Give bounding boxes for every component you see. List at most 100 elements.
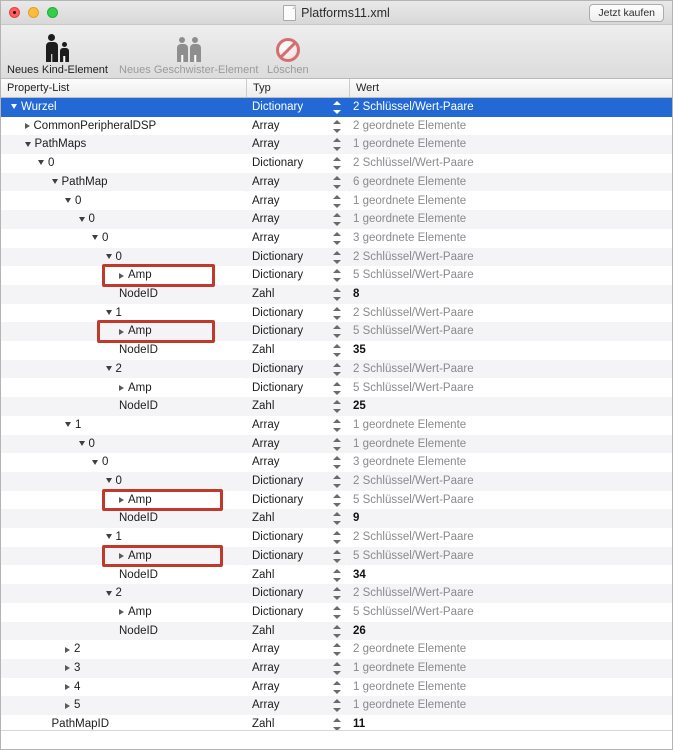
table-row[interactable]: 2 Dictionary 2 Schlüssel/Wert-Paare [1,584,672,603]
row-name-cell[interactable]: NodeID [119,285,158,304]
chevron-down-icon[interactable] [24,141,31,147]
row-type-cell[interactable]: Array [252,640,279,659]
row-type-cell[interactable]: Dictionary [252,547,303,566]
delete-button[interactable]: Löschen [267,28,309,76]
table-row[interactable]: Wurzel Dictionary 2 Schlüssel/Wert-Paare [1,98,672,117]
row-value-cell[interactable]: 1 geordnete Elemente [353,696,466,715]
row-type-cell[interactable]: Array [252,192,279,211]
row-name-cell[interactable]: Amp [119,491,152,510]
row-type-cell[interactable]: Dictionary [252,98,303,117]
chevron-down-icon[interactable] [65,197,71,203]
row-value-cell[interactable]: 1 geordnete Elemente [353,416,466,435]
row-value-cell[interactable]: 6 geordnete Elemente [353,173,466,192]
table-row[interactable]: 5 Array 1 geordnete Elemente [1,696,672,716]
row-value-cell[interactable]: 26 [353,622,366,641]
row-type-cell[interactable]: Zahl [252,285,274,304]
row-value-cell[interactable]: 5 Schlüssel/Wert-Paare [353,491,474,510]
type-stepper[interactable] [332,662,341,675]
row-type-cell[interactable]: Array [252,659,279,678]
row-name-cell[interactable]: Amp [119,603,152,622]
row-value-cell[interactable]: 25 [353,397,366,416]
table-row[interactable]: 0 Array 1 geordnete Elemente [1,191,672,211]
chevron-right-icon[interactable] [24,123,30,130]
row-type-cell[interactable]: Array [252,229,279,248]
chevron-right-icon[interactable] [119,272,124,279]
chevron-right-icon[interactable] [119,609,124,616]
row-name-cell[interactable]: Amp [119,547,152,566]
row-name-cell[interactable]: 1 [105,304,122,323]
type-stepper[interactable] [332,362,341,376]
row-type-cell[interactable]: Zahl [252,341,274,360]
chevron-down-icon[interactable] [105,590,112,596]
table-row[interactable]: PathMap Array 6 geordnete Elemente [1,172,672,192]
row-name-cell[interactable]: NodeID [119,566,158,585]
type-stepper[interactable] [332,306,341,320]
chevron-down-icon[interactable] [105,478,112,484]
row-value-cell[interactable]: 2 Schlüssel/Wert-Paare [353,248,474,267]
row-type-cell[interactable]: Dictionary [252,528,303,547]
row-value-cell[interactable]: 3 geordnete Elemente [353,229,466,248]
row-type-cell[interactable]: Dictionary [252,584,303,603]
chevron-right-icon[interactable] [119,553,124,560]
row-value-cell[interactable]: 5 Schlüssel/Wert-Paare [353,547,474,566]
type-stepper[interactable] [332,568,341,582]
row-name-cell[interactable]: 3 [65,659,80,678]
table-row[interactable]: 2 Dictionary 2 Schlüssel/Wert-Paare [1,359,672,379]
table-row[interactable]: 1 Dictionary 2 Schlüssel/Wert-Paare [1,303,672,323]
type-stepper[interactable] [332,699,341,713]
table-row[interactable]: 0 Dictionary 2 Schlüssel/Wert-Paare [1,154,672,173]
type-stepper[interactable] [332,475,341,488]
table-row[interactable]: PathMaps Array 1 geordnete Elemente [1,135,672,155]
row-name-cell[interactable]: Amp [119,379,152,398]
row-type-cell[interactable]: Array [252,173,279,192]
table-row[interactable]: 1 Array 1 geordnete Elemente [1,415,672,435]
row-type-cell[interactable]: Dictionary [252,379,303,398]
row-value-cell[interactable]: 35 [353,341,366,360]
row-type-cell[interactable]: Dictionary [252,360,303,379]
table-row[interactable]: Amp Dictionary 5 Schlüssel/Wert-Paare [1,490,672,510]
row-value-cell[interactable]: 2 Schlüssel/Wert-Paare [353,304,474,323]
row-type-cell[interactable]: Zahl [252,397,274,416]
row-value-cell[interactable]: 2 Schlüssel/Wert-Paare [353,584,474,603]
column-header-value[interactable]: Wert [350,79,672,97]
row-value-cell[interactable]: 1 geordnete Elemente [353,659,466,678]
chevron-down-icon[interactable] [105,534,112,540]
type-stepper[interactable] [332,400,341,414]
table-row[interactable]: NodeID Zahl 8 [1,285,672,304]
row-name-cell[interactable]: NodeID [119,622,158,641]
row-name-cell[interactable]: 0 [65,192,81,211]
type-stepper[interactable] [332,587,341,601]
table-row[interactable]: NodeID Zahl 9 [1,509,672,529]
row-name-cell[interactable]: CommonPeripheralDSP [24,117,156,136]
table-row[interactable]: 1 Dictionary 2 Schlüssel/Wert-Paare [1,528,672,547]
row-value-cell[interactable]: 2 Schlüssel/Wert-Paare [353,472,474,491]
row-name-cell[interactable]: 4 [65,678,80,697]
chevron-right-icon[interactable] [65,665,70,672]
type-stepper[interactable] [332,213,341,227]
row-value-cell[interactable]: 1 geordnete Elemente [353,192,466,211]
row-value-cell[interactable]: 8 [353,285,359,304]
row-name-cell[interactable]: 2 [65,640,80,659]
row-name-cell[interactable]: 0 [92,453,108,472]
table-row[interactable]: 0 Array 1 geordnete Elemente [1,434,672,454]
new-sibling-element-button[interactable]: Neues Geschwister-Element [119,28,258,76]
type-stepper[interactable] [332,250,341,264]
chevron-down-icon[interactable] [105,253,112,259]
chevron-down-icon[interactable] [105,366,112,372]
row-type-cell[interactable]: Dictionary [252,472,303,491]
table-row[interactable]: 2 Array 2 geordnete Elemente [1,640,672,659]
row-name-cell[interactable]: Amp [119,322,152,341]
row-type-cell[interactable]: Array [252,696,279,715]
table-row[interactable]: NodeID Zahl 35 [1,341,672,360]
row-value-cell[interactable]: 5 Schlüssel/Wert-Paare [353,322,474,341]
type-stepper[interactable] [332,381,341,395]
chevron-right-icon[interactable] [65,702,70,709]
type-stepper[interactable] [332,456,341,470]
table-row[interactable]: Amp Dictionary 5 Schlüssel/Wert-Paare [1,546,672,566]
row-value-cell[interactable]: 2 Schlüssel/Wert-Paare [353,98,474,117]
row-name-cell[interactable]: NodeID [119,509,158,528]
row-name-cell[interactable]: Amp [119,266,152,285]
row-name-cell[interactable]: 0 [78,210,95,229]
row-type-cell[interactable]: Array [252,453,279,472]
type-stepper[interactable] [332,231,341,245]
